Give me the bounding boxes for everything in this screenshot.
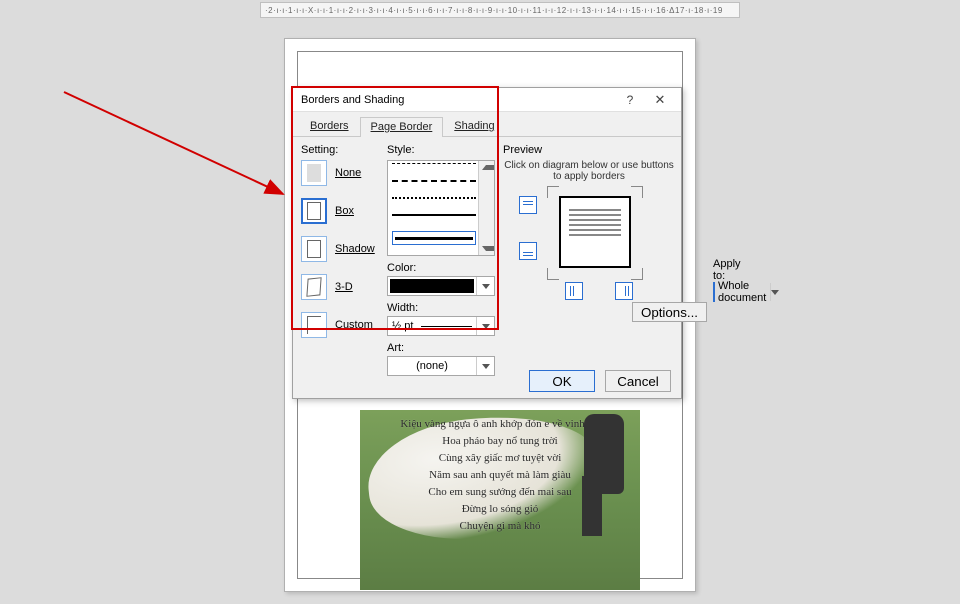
preview-area (503, 190, 675, 300)
border-right-button[interactable] (615, 282, 633, 300)
dialog-titlebar: Borders and Shading ? ✕ (293, 88, 681, 112)
apply-to-dropdown[interactable]: Whole document (713, 282, 715, 302)
style-label: Style: (387, 144, 495, 156)
style-listbox[interactable] (387, 160, 495, 256)
style-scrollbar[interactable] (478, 161, 494, 255)
setting-column: Setting: None Box Shadow 3-D Custom (301, 142, 383, 350)
border-left-button[interactable] (565, 282, 583, 300)
custom-icon (301, 312, 327, 338)
poem-text: Kiệu vàng ngựa ô anh khớp đón e về vinh … (360, 416, 640, 535)
box-icon (301, 198, 327, 224)
preview-hint: Click on diagram below or use buttons to… (503, 160, 675, 182)
close-icon[interactable]: ✕ (645, 92, 675, 108)
apply-to-value: Whole document (718, 280, 766, 304)
width-value: ½ pt (392, 320, 413, 332)
preview-page-icon[interactable] (559, 196, 631, 268)
crop-mark (547, 268, 559, 280)
preview-column: Preview Click on diagram below or use bu… (503, 142, 675, 310)
horizontal-ruler: ·2·ı·ı·1·ı·ı·X·ı·ı·1·ı·ı·2·ı·ı·3·ı·ı·4·ı… (260, 2, 740, 18)
color-label: Color: (387, 262, 495, 274)
setting-custom-label: Custom (335, 319, 373, 331)
chevron-down-icon (476, 277, 494, 295)
dialog-title: Borders and Shading (301, 94, 615, 106)
poem-line: Hoa pháo bay nổ tung trời (360, 433, 640, 450)
setting-none[interactable]: None (301, 160, 383, 186)
poem-line: Năm sau anh quyết mà làm giàu (360, 467, 640, 484)
style-option[interactable] (392, 214, 476, 229)
apply-to-label: Apply to: (713, 258, 741, 282)
style-option-selected[interactable] (392, 231, 476, 245)
tab-shading[interactable]: Shading (443, 116, 505, 136)
chevron-down-icon (476, 317, 494, 335)
poem-line: Đừng lo sóng gió (360, 501, 640, 518)
tab-borders[interactable]: Borders (299, 116, 360, 136)
border-bottom-button[interactable] (519, 242, 537, 260)
setting-none-label: None (335, 167, 361, 179)
color-dropdown[interactable] (387, 276, 495, 296)
crop-mark (547, 186, 559, 198)
setting-label: Setting: (301, 144, 383, 156)
setting-3d-label: 3-D (335, 281, 353, 293)
setting-custom[interactable]: Custom (301, 312, 383, 338)
preview-label: Preview (503, 144, 675, 156)
crop-mark (631, 186, 643, 198)
annotation-arrow (58, 86, 298, 216)
shadow-icon (301, 236, 327, 262)
cancel-button[interactable]: Cancel (605, 370, 671, 392)
art-label: Art: (387, 342, 495, 354)
width-dropdown[interactable]: ½ pt (387, 316, 495, 336)
none-icon (301, 160, 327, 186)
style-column: Style: Color: Width: ½ pt (387, 142, 495, 376)
tab-page-border[interactable]: Page Border (360, 117, 444, 137)
poem-line: Cho em sung sướng đến mai sau (360, 484, 640, 501)
dialog-footer: OK Cancel (293, 364, 681, 398)
setting-shadow-label: Shadow (335, 243, 375, 255)
style-option[interactable] (392, 180, 476, 195)
border-top-button[interactable] (519, 196, 537, 214)
style-option[interactable] (392, 197, 476, 212)
color-swatch (390, 279, 474, 293)
style-option[interactable] (392, 163, 476, 178)
help-icon[interactable]: ? (615, 93, 645, 107)
setting-shadow[interactable]: Shadow (301, 236, 383, 262)
poem-line: Kiệu vàng ngựa ô anh khớp đón e về vinh … (360, 416, 640, 433)
poem-line: Cùng xây giấc mơ tuyệt vời (360, 450, 640, 467)
dialog-tabs: Borders Page Border Shading (293, 112, 681, 137)
crop-mark (631, 268, 643, 280)
poem-line: Chuyện gì mà khó (360, 518, 640, 535)
options-button[interactable]: Options... (632, 302, 707, 322)
setting-3d[interactable]: 3-D (301, 274, 383, 300)
borders-and-shading-dialog: Borders and Shading ? ✕ Borders Page Bor… (292, 87, 682, 399)
threeD-icon (301, 274, 327, 300)
chevron-down-icon (770, 283, 779, 301)
setting-box-label: Box (335, 205, 354, 217)
ok-button[interactable]: OK (529, 370, 595, 392)
document-image: Kiệu vàng ngựa ô anh khớp đón e về vinh … (360, 410, 640, 590)
setting-box[interactable]: Box (301, 198, 383, 224)
width-label: Width: (387, 302, 495, 314)
